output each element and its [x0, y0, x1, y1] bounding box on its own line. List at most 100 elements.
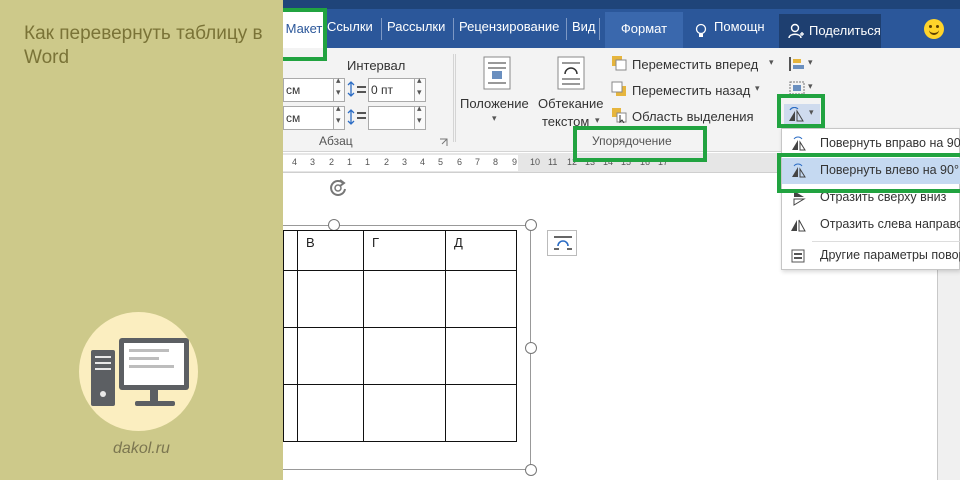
- table-cell[interactable]: [363, 270, 446, 328]
- tab-divider: [381, 18, 382, 40]
- rotate-handle-icon[interactable]: [327, 177, 349, 199]
- ruler-number: 3: [402, 157, 408, 167]
- table-cell[interactable]: [283, 230, 298, 271]
- title-bar-strip: [283, 0, 960, 9]
- table-cell[interactable]: [445, 327, 517, 385]
- tab-view[interactable]: Вид: [572, 10, 596, 44]
- computer-logo: [79, 312, 198, 431]
- table-cell[interactable]: [297, 270, 364, 328]
- computer-icon: [91, 338, 189, 406]
- selection-pane-button[interactable]: Область выделения: [632, 109, 754, 124]
- selection-pane-icon: [612, 108, 627, 123]
- align-icon[interactable]: [788, 56, 806, 72]
- resize-handle-top-right[interactable]: [525, 219, 537, 231]
- ruler-number: 1: [365, 157, 371, 167]
- table-cell[interactable]: Д: [445, 230, 517, 271]
- table-cell[interactable]: [445, 270, 517, 328]
- table-cell[interactable]: [363, 327, 446, 385]
- tab-divider: [566, 18, 567, 40]
- menu-item-label: Отразить слева направо: [820, 217, 960, 231]
- resize-handle-bottom-right[interactable]: [525, 464, 537, 476]
- dialog-launcher-icon[interactable]: [439, 138, 448, 147]
- table-cell[interactable]: [297, 384, 364, 442]
- table-cell[interactable]: В: [297, 230, 364, 271]
- position-button[interactable]: Положение: [460, 96, 529, 111]
- tab-help[interactable]: Помощн: [714, 10, 765, 44]
- spacing-label: Интервал: [347, 58, 406, 73]
- table-cell[interactable]: [283, 327, 298, 385]
- send-backward-icon: [611, 81, 626, 96]
- wrap-text-button-line1[interactable]: Обтекание: [538, 96, 603, 111]
- chevron-down-icon: ▾: [769, 58, 774, 68]
- table-cell[interactable]: [283, 384, 298, 442]
- ruler-number: 2: [329, 157, 335, 167]
- menu-item-label: Другие параметры поворота...: [820, 248, 960, 262]
- ruler-number: 4: [292, 157, 298, 167]
- layout-options-button[interactable]: [547, 230, 577, 256]
- indent-left-stepper[interactable]: [333, 76, 345, 102]
- menu-item-flip-horizontal[interactable]: Отразить слева направо: [782, 212, 960, 238]
- table-header-cell: В: [306, 235, 315, 250]
- chevron-down-icon: ▾: [808, 58, 813, 68]
- indent-left-input[interactable]: см: [283, 78, 335, 102]
- highlight-arrange-group: [573, 126, 707, 162]
- lightbulb-icon: [695, 23, 707, 37]
- spacing-before-input[interactable]: 0 пт: [368, 78, 416, 102]
- flip-horizontal-icon: [791, 219, 806, 232]
- ruler-number: 10: [530, 157, 541, 167]
- table-row: В Г Д: [283, 230, 517, 271]
- ruler-number: 9: [512, 157, 518, 167]
- ruler-number: 6: [457, 157, 463, 167]
- tab-format[interactable]: Формат: [605, 12, 683, 48]
- table-row: [283, 270, 517, 328]
- resize-handle-right[interactable]: [525, 342, 537, 354]
- rotate-dropdown-menu: Повернуть вправо на 90° Повернуть влево …: [781, 128, 960, 270]
- table-header-cell: Г: [372, 235, 380, 250]
- highlight-rotate-left-item: [777, 153, 960, 193]
- indent-right-stepper[interactable]: [333, 104, 345, 130]
- tab-review[interactable]: Рецензирование: [459, 10, 559, 44]
- bring-forward-button[interactable]: Переместить вперед: [632, 57, 758, 72]
- table-cell[interactable]: [363, 384, 446, 442]
- ruler-number: 11: [548, 157, 558, 167]
- chevron-down-icon: ▾: [808, 82, 813, 92]
- menu-item-label: Повернуть вправо на 90°: [820, 136, 960, 150]
- table-header-cell: Д: [454, 235, 463, 250]
- table-cell[interactable]: [445, 384, 517, 442]
- ruler-number: 4: [420, 157, 426, 167]
- table-cell[interactable]: [283, 270, 298, 328]
- spacing-after-input[interactable]: [368, 106, 416, 130]
- ruler-text-area: [283, 155, 518, 171]
- highlight-rotate-button: [777, 94, 825, 128]
- menu-divider: [812, 241, 960, 242]
- chevron-down-icon: ▾: [492, 114, 497, 124]
- spacing-before-icon: [347, 81, 366, 97]
- promo-title: Как перевернуть таблицу в Word: [24, 23, 263, 68]
- promo-panel: Как перевернуть таблицу в Word dakol.ru: [0, 0, 283, 480]
- chevron-down-icon: ▾: [755, 84, 760, 94]
- feedback-smiley-icon[interactable]: [924, 19, 944, 39]
- tab-references[interactable]: Ссылки: [327, 10, 373, 44]
- ruler-number: 7: [475, 157, 481, 167]
- tab-divider: [453, 18, 454, 40]
- table-cell[interactable]: Г: [363, 230, 446, 271]
- word-table[interactable]: В Г Д: [283, 230, 517, 442]
- indent-right-input[interactable]: см: [283, 106, 335, 130]
- person-icon: [788, 23, 804, 39]
- spacing-after-stepper[interactable]: [414, 104, 426, 130]
- ruler-number: 8: [493, 157, 499, 167]
- tab-mailings[interactable]: Рассылки: [387, 10, 445, 44]
- chevron-down-icon: ▾: [595, 116, 600, 126]
- table-cell[interactable]: [297, 327, 364, 385]
- paragraph-group-label: Абзац: [319, 134, 353, 148]
- wrap-text-icon: [557, 56, 585, 90]
- tab-divider: [599, 18, 600, 40]
- menu-item-more-rotation[interactable]: Другие параметры поворота...: [782, 243, 960, 269]
- spacing-before-stepper[interactable]: [414, 76, 426, 102]
- ruler-number: 5: [438, 157, 444, 167]
- word-window: Макет Ссылки Рассылки Рецензирование Вид…: [283, 0, 960, 480]
- site-url: dakol.ru: [113, 440, 170, 457]
- send-backward-button[interactable]: Переместить назад: [632, 83, 750, 98]
- ruler-number: 2: [384, 157, 390, 167]
- ribbon-tab-bar: Макет Ссылки Рассылки Рецензирование Вид…: [283, 0, 960, 48]
